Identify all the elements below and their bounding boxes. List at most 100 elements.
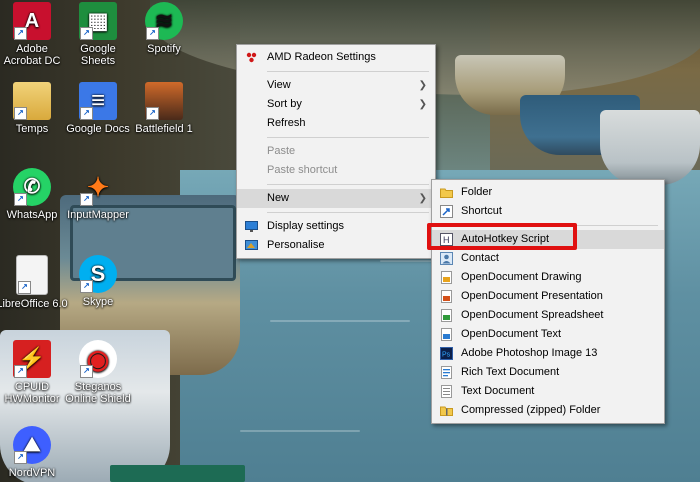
chevron-right-icon: ❯ <box>418 193 427 204</box>
display-settings-icon <box>245 221 258 232</box>
desktop-icon-label: Adobe Acrobat DC <box>3 43 61 67</box>
shortcut-arrow-icon: ↗ <box>14 27 27 40</box>
temps-folder-icon: ↗ <box>13 82 51 120</box>
new-item[interactable]: New ❯ <box>237 189 435 208</box>
menu-separator <box>267 212 429 213</box>
shortcut-arrow-icon: ↗ <box>80 365 93 378</box>
desktop-icon-spotify[interactable]: ≋ ↗ Spotify <box>128 2 200 55</box>
amd-radeon-icon <box>246 52 257 63</box>
desktop-icon-steganos[interactable]: ◉ ↗ Steganos Online Shield <box>62 340 134 405</box>
whatsapp-icon: ✆ ↗ <box>13 168 51 206</box>
personalise-icon <box>245 240 258 250</box>
desktop-icon-google-docs[interactable]: ≡ ↗ Google Docs <box>62 82 134 135</box>
desktop-icon-label: Google Docs <box>66 123 130 135</box>
desktop-icon-inputmapper[interactable]: ✦ ↗ InputMapper <box>62 168 134 221</box>
desktop-icon-libreoffice[interactable]: ↗ LibreOffice 6.0 <box>0 255 68 310</box>
menu-item-label: New <box>267 192 290 204</box>
new-opendocument-drawing-item[interactable]: OpenDocument Drawing <box>432 268 664 287</box>
new-rich-text-item[interactable]: Rich Text Document <box>432 363 664 382</box>
shortcut-arrow-icon: ↗ <box>80 107 93 120</box>
desktop-icon-label: Spotify <box>147 43 181 55</box>
desktop-icon-label: Steganos Online Shield <box>65 381 131 405</box>
desktop-context-menu: AMD Radeon Settings View ❯ Sort by ❯ Ref… <box>236 44 436 259</box>
menu-item-label: OpenDocument Drawing <box>461 271 582 283</box>
menu-item-label: Refresh <box>267 117 306 129</box>
menu-item-label: OpenDocument Text <box>461 328 562 340</box>
desktop-icon-temps[interactable]: ↗ Temps <box>0 82 68 135</box>
desktop-icon-adobe-acrobat[interactable]: A ↗ Adobe Acrobat DC <box>0 2 68 67</box>
sort-by-item[interactable]: Sort by ❯ <box>237 95 435 114</box>
skype-icon: S ↗ <box>79 255 117 293</box>
shortcut-arrow-icon: ↗ <box>14 193 27 206</box>
wallpaper-boat <box>110 465 245 482</box>
desktop-icon-label: NordVPN <box>8 467 56 479</box>
zip-folder-icon <box>440 406 453 416</box>
chevron-right-icon: ❯ <box>418 80 427 91</box>
new-photoshop-image-item[interactable]: Ps Adobe Photoshop Image 13 <box>432 344 664 363</box>
desktop-icon-label: CPUID HWMonitor <box>4 381 60 405</box>
new-compressed-folder-item[interactable]: Compressed (zipped) Folder <box>432 401 664 420</box>
new-shortcut-item[interactable]: Shortcut <box>432 202 664 221</box>
menu-separator <box>267 184 429 185</box>
odg-icon <box>441 271 452 284</box>
desktop-icon-label: Battlefield 1 <box>135 123 193 135</box>
personalise-item[interactable]: Personalise <box>237 236 435 255</box>
rtf-icon <box>441 366 452 379</box>
paste-item: Paste <box>237 142 435 161</box>
menu-item-label: Compressed (zipped) Folder <box>461 404 601 416</box>
odt-icon <box>441 328 452 341</box>
new-folder-item[interactable]: Folder <box>432 183 664 202</box>
adobe-acrobat-icon: A ↗ <box>13 2 51 40</box>
new-text-document-item[interactable]: Text Document <box>432 382 664 401</box>
menu-item-label: Text Document <box>461 385 535 397</box>
shortcut-arrow-icon: ↗ <box>14 107 27 120</box>
inputmapper-icon: ✦ ↗ <box>79 168 117 206</box>
chevron-right-icon: ❯ <box>418 99 427 110</box>
new-opendocument-spreadsheet-item[interactable]: OpenDocument Spreadsheet <box>432 306 664 325</box>
desktop-icon-label: Temps <box>15 123 49 135</box>
shortcut-arrow-icon: ↗ <box>80 280 93 293</box>
new-contact-item[interactable]: Contact <box>432 249 664 268</box>
amd-radeon-settings-item[interactable]: AMD Radeon Settings <box>237 48 435 67</box>
menu-item-label: Paste shortcut <box>267 164 338 176</box>
new-submenu: Folder Shortcut H AutoHotkey Script Cont… <box>431 179 665 424</box>
folder-icon <box>440 188 453 198</box>
wallpaper-boat <box>600 110 700 185</box>
menu-item-label: Rich Text Document <box>461 366 560 378</box>
desktop-icon-nordvpn[interactable]: ⛰ ↗ NordVPN <box>0 426 68 479</box>
menu-item-label: Folder <box>461 186 493 198</box>
view-item[interactable]: View ❯ <box>237 76 435 95</box>
desktop-icon-skype[interactable]: S ↗ Skype <box>62 255 134 308</box>
new-opendocument-text-item[interactable]: OpenDocument Text <box>432 325 664 344</box>
menu-item-label: Sort by <box>267 98 302 110</box>
menu-item-label: Display settings <box>267 220 345 232</box>
menu-item-label: OpenDocument Spreadsheet <box>461 309 604 321</box>
odp-icon <box>441 290 452 303</box>
desktop-icon-battlefield[interactable]: ↗ Battlefield 1 <box>128 82 200 135</box>
steganos-icon: ◉ ↗ <box>79 340 117 378</box>
desktop-icon-google-sheets[interactable]: ▦ ↗ Google Sheets <box>62 2 134 67</box>
shortcut-arrow-icon: ↗ <box>80 193 93 206</box>
shortcut-arrow-icon: ↗ <box>18 281 31 294</box>
display-settings-item[interactable]: Display settings <box>237 217 435 236</box>
shortcut-arrow-icon: ↗ <box>14 451 27 464</box>
shortcut-arrow-icon: ↗ <box>146 27 159 40</box>
desktop-icon-label: Skype <box>82 296 114 308</box>
menu-separator <box>267 71 429 72</box>
menu-item-label: Adobe Photoshop Image 13 <box>461 347 598 359</box>
desktop-icon-label: LibreOffice 6.0 <box>0 298 68 310</box>
shortcut-arrow-icon: ↗ <box>14 365 27 378</box>
shortcut-arrow-icon: ↗ <box>80 27 93 40</box>
desktop-icon-cpuid[interactable]: ⚡ ↗ CPUID HWMonitor <box>0 340 68 405</box>
svg-text:Ps: Ps <box>442 352 451 359</box>
new-opendocument-presentation-item[interactable]: OpenDocument Presentation <box>432 287 664 306</box>
shortcut-arrow-icon: ↗ <box>146 107 159 120</box>
desktop-icon-whatsapp[interactable]: ✆ ↗ WhatsApp <box>0 168 68 221</box>
refresh-item[interactable]: Refresh <box>237 114 435 133</box>
ods-icon <box>441 309 452 322</box>
menu-item-label: Contact <box>461 252 499 264</box>
photoshop-icon: Ps <box>440 347 453 360</box>
desktop-icon-label: InputMapper <box>67 209 129 221</box>
menu-item-label: Shortcut <box>461 205 502 217</box>
nordvpn-icon: ⛰ ↗ <box>13 426 51 464</box>
